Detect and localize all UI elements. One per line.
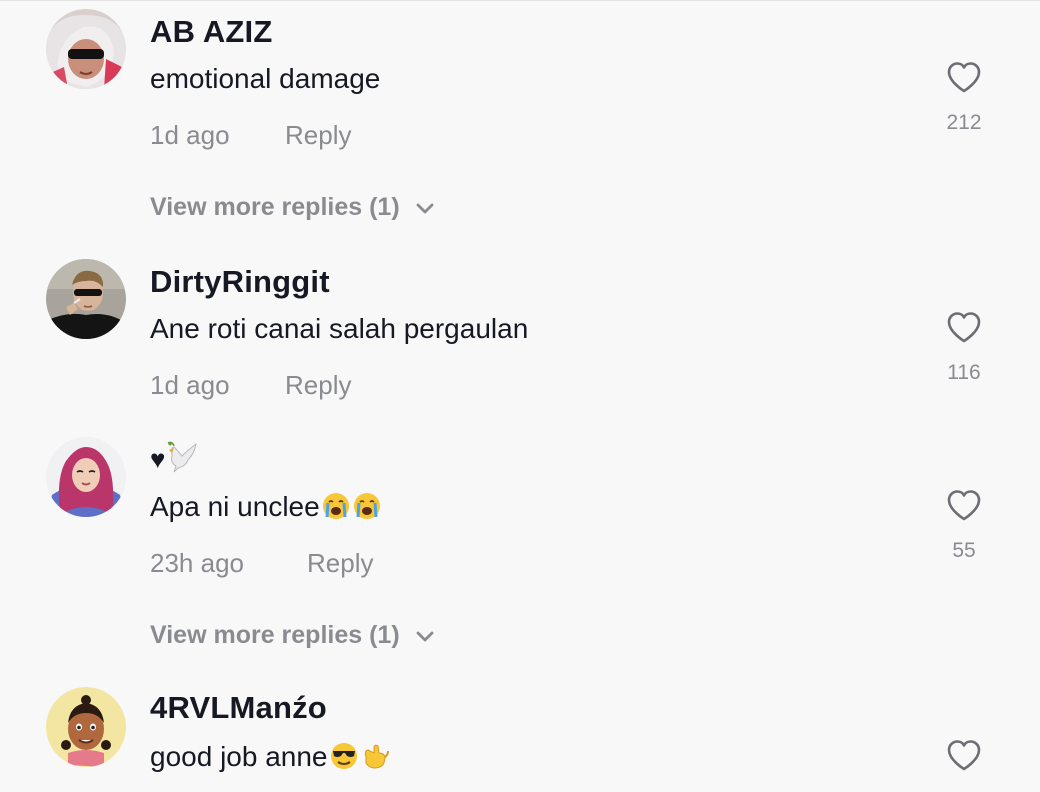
like-count: 116 [947, 361, 981, 384]
heart-outline-icon [947, 740, 981, 771]
dove-icon [167, 441, 197, 473]
avatar-cartoon-character-icon [46, 687, 126, 767]
comment-username[interactable]: ♥ [150, 440, 200, 476]
reply-button[interactable]: Reply [285, 120, 351, 151]
like-button[interactable] [944, 58, 984, 98]
like-button[interactable] [944, 486, 984, 526]
chevron-down-icon [416, 631, 434, 641]
loudly-crying-face-icon [352, 491, 382, 521]
like-button[interactable] [944, 308, 984, 348]
comment-timestamp: 1d ago [150, 120, 230, 150]
comment-text: emotional damage [150, 63, 381, 94]
avatar[interactable] [46, 9, 126, 89]
comment-text-body: Apa ni unclee [150, 491, 320, 522]
comment-text: Apa ni unclee [150, 491, 382, 523]
view-more-replies-label: View more replies (1) [150, 621, 400, 649]
comment-username[interactable]: DirtyRinggit [150, 264, 330, 300]
reply-button[interactable]: Reply [285, 370, 351, 401]
comments-panel: AB AZIZ emotional damage 1d ago Reply 21… [0, 0, 1040, 792]
heart-outline-icon [947, 312, 981, 343]
like-button[interactable] [944, 736, 984, 776]
black-heart-icon: ♥ [150, 444, 166, 474]
heart-outline-icon [947, 62, 981, 93]
avatar[interactable] [46, 437, 126, 517]
comment-timestamp: 23h ago [150, 548, 244, 578]
chevron-down-icon [416, 203, 434, 213]
view-more-replies-button[interactable]: View more replies (1) [150, 193, 436, 222]
comment-text: Ane roti canai salah pergaulan [150, 313, 529, 344]
view-more-replies-button[interactable]: View more replies (1) [150, 621, 436, 650]
view-more-replies-label: View more replies (1) [150, 193, 400, 221]
smiling-face-with-sunglasses-icon [329, 741, 359, 771]
comment-username[interactable]: 4RVLManźo [150, 690, 327, 726]
avatar-man-sunglasses-icon [46, 259, 126, 339]
loudly-crying-face-icon [321, 491, 351, 521]
like-count: 55 [952, 539, 976, 562]
comment-text: good job anne [150, 741, 390, 773]
like-count: 212 [946, 111, 982, 134]
avatar[interactable] [46, 259, 126, 339]
comment-text-body: good job anne [150, 741, 328, 772]
comment-timestamp: 1d ago [150, 370, 230, 400]
avatar-hijab-sunglasses-icon [46, 9, 126, 89]
divider [0, 0, 1040, 1]
heart-outline-icon [947, 490, 981, 521]
call-me-hand-icon [360, 741, 390, 771]
reply-button[interactable]: Reply [307, 548, 373, 579]
avatar-hijab-cartoon-icon [46, 437, 126, 517]
comment-username[interactable]: AB AZIZ [150, 14, 273, 50]
avatar[interactable] [46, 687, 126, 767]
